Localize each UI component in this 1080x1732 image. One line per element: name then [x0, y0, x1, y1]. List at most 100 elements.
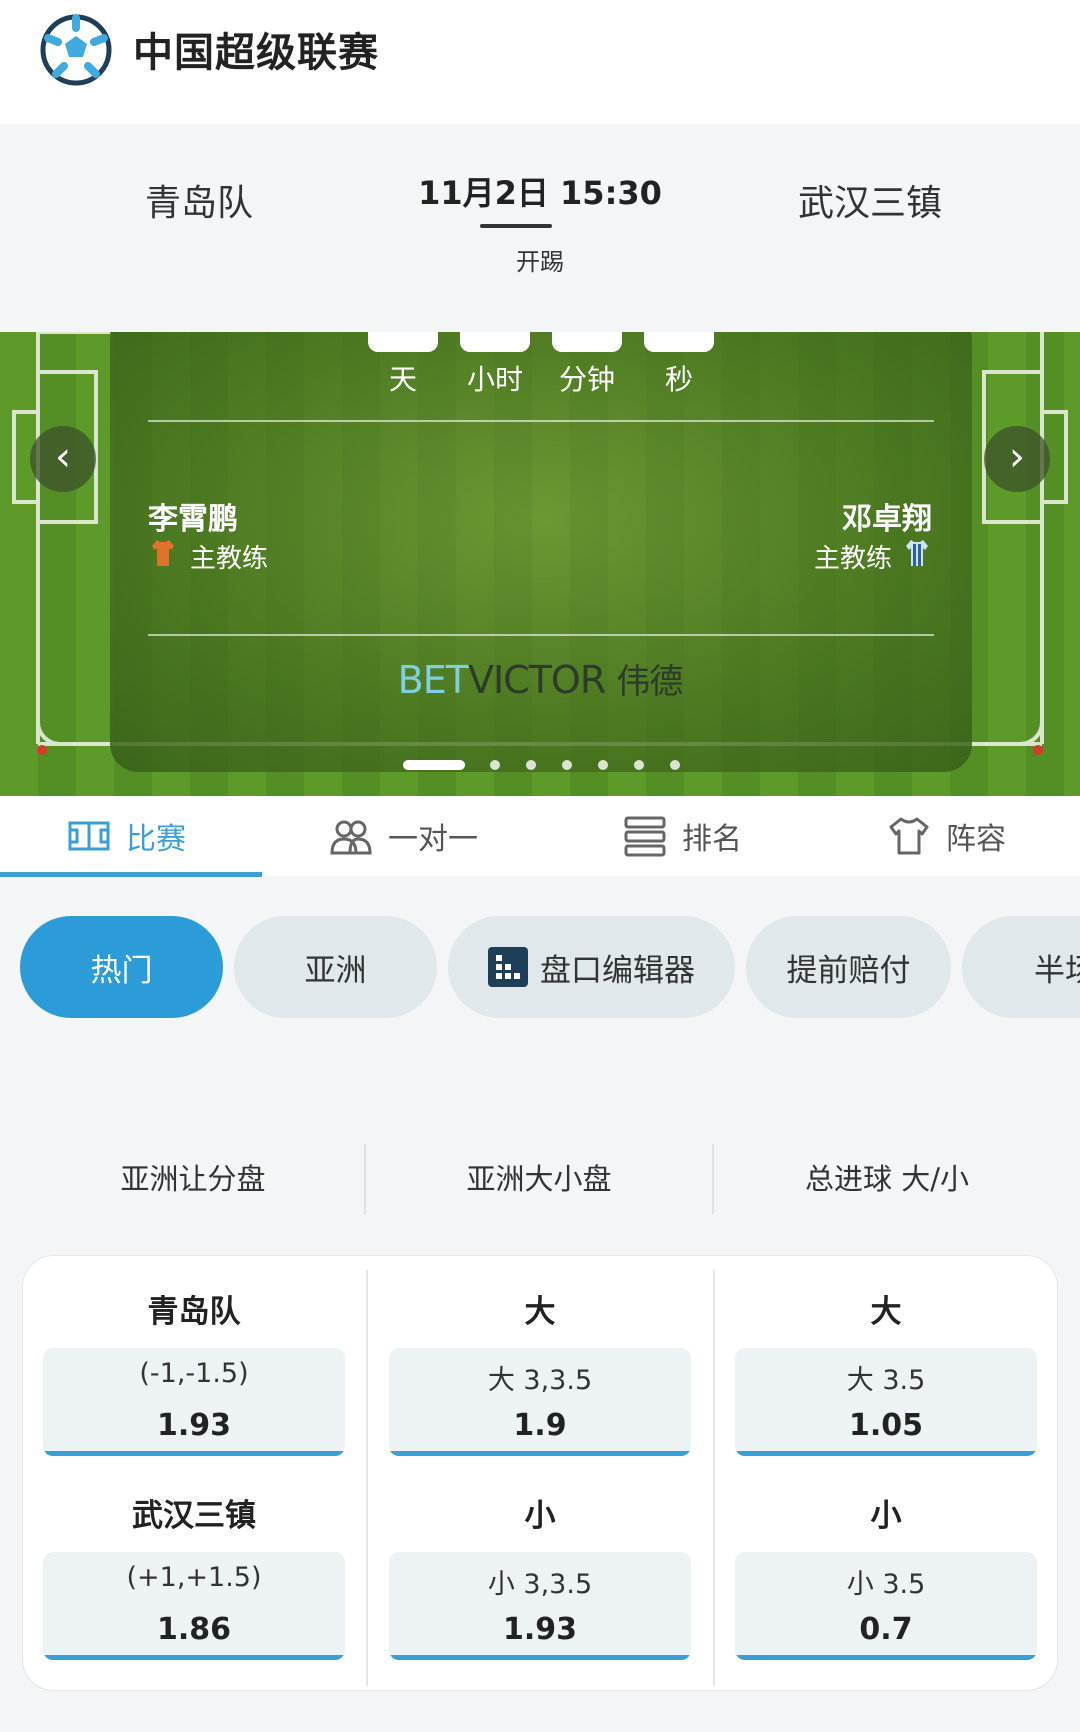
odds-bar: [43, 1451, 345, 1456]
odds-column-divider: [366, 1270, 368, 1686]
odds-price: 1.05: [848, 1408, 924, 1443]
odds-price: 1.86: [156, 1612, 232, 1647]
tab-match-label: 比赛: [126, 822, 186, 857]
tab-lineups[interactable]: 阵容: [888, 796, 1006, 876]
countdown-label-seconds: 秒: [664, 363, 693, 396]
home-coach-role: 主教练: [190, 544, 269, 574]
odds-card: 青岛队 (-1,-1.5) 1.93 武汉三镇 (+1,+1.5) 1.86 大…: [22, 1255, 1058, 1691]
chevron-left-icon: ‹: [55, 434, 71, 480]
carousel-dot[interactable]: [598, 760, 608, 770]
chip-popular[interactable]: 热门: [20, 916, 223, 1018]
countdown-label-days: 天: [388, 363, 417, 396]
chip-bet-builder[interactable]: 盘口编辑器: [448, 916, 735, 1018]
odds-bar: [389, 1655, 691, 1660]
chip-asian[interactable]: 亚洲: [234, 916, 437, 1018]
selection-label: 青岛队: [147, 1294, 241, 1330]
odds-price: 1.93: [156, 1408, 232, 1443]
countdown-minutes-box: [552, 332, 622, 352]
away-coach-role: 主教练: [813, 544, 892, 574]
odds-bar: [389, 1451, 691, 1456]
match-info: 青岛队 11月2日 15:30 开踢 武汉三镇: [0, 124, 1080, 332]
carousel-dot[interactable]: [490, 760, 500, 770]
carousel-prev-button[interactable]: ‹: [30, 426, 96, 492]
carousel-next-button[interactable]: ›: [984, 426, 1050, 492]
tab-standings[interactable]: 排名: [624, 796, 742, 876]
tab-standings-label: 排名: [682, 822, 742, 857]
chip-early-payout-label: 提前赔付: [786, 952, 911, 989]
grid-icon: [488, 947, 528, 987]
carousel-dot[interactable]: [562, 760, 572, 770]
away-coach-name: 邓卓翔: [842, 502, 932, 537]
countdown-label-minutes: 分钟: [558, 363, 615, 396]
home-shirt-icon: [152, 540, 174, 566]
odds-price: 1.93: [502, 1612, 578, 1647]
banner-divider-bottom: [148, 634, 934, 636]
odds-bar: [43, 1655, 345, 1660]
odds-button[interactable]: 小 3,3.5 1.93: [389, 1552, 691, 1660]
sponsor-victor: VICTOR: [467, 658, 606, 702]
selection-label: 武汉三镇: [132, 1498, 256, 1534]
odds-line: 大 3,3.5: [487, 1365, 593, 1396]
odds-line: 大 3.5: [846, 1365, 926, 1396]
countdown-label-hours: 小时: [466, 363, 523, 396]
shirt-icon: [889, 817, 929, 855]
odds-button[interactable]: 大 3.5 1.05: [735, 1348, 1037, 1456]
carousel-dot[interactable]: [526, 760, 536, 770]
odds-line: 小 3.5: [846, 1569, 926, 1600]
countdown-hours-box: [460, 332, 530, 352]
pitch-icon: [68, 821, 110, 851]
chip-early-payout[interactable]: 提前赔付: [746, 916, 951, 1018]
chevron-right-icon: ›: [1009, 434, 1025, 480]
tab-head-to-head[interactable]: 一对一: [330, 796, 478, 876]
sponsor-logo: BETVICTOR 伟德: [0, 654, 1080, 703]
chip-asian-label: 亚洲: [304, 952, 367, 989]
kickoff-divider: [480, 224, 552, 228]
away-team-name[interactable]: 武汉三镇: [798, 174, 942, 226]
odds-button[interactable]: (-1,-1.5) 1.93: [43, 1348, 345, 1456]
chip-popular-label: 热门: [90, 952, 153, 989]
odds-button[interactable]: (+1,+1.5) 1.86: [43, 1552, 345, 1660]
selection-label: 大: [524, 1294, 556, 1330]
tab-lineups-label: 阵容: [946, 822, 1006, 857]
odds-price: 0.7: [859, 1612, 913, 1647]
market-filter-chips: 热门 亚洲 盘口编辑器 提前赔付 半场: [0, 916, 1080, 1020]
odds-bar: [735, 1451, 1037, 1456]
odds-line: 小 3,3.5: [487, 1569, 593, 1600]
chip-half-time-label: 半场: [1034, 952, 1080, 989]
odds-column-divider: [713, 1270, 715, 1686]
odds-line: (+1,+1.5): [126, 1562, 262, 1593]
banner-divider-top: [148, 420, 934, 422]
carousel-dot[interactable]: [670, 760, 680, 770]
users-icon: [330, 820, 372, 855]
market-header-asian-total: 亚洲大小盘: [466, 1162, 612, 1196]
market-headers: 亚洲让分盘 亚洲大小盘 总进球 大/小: [0, 1140, 1080, 1214]
match-banner: 天 小时 分钟 秒 ‹ › 李霄鹏 主教练 邓卓翔 主教练 BETVICTOR …: [0, 332, 1080, 796]
tab-active-indicator: [0, 872, 262, 877]
tab-match[interactable]: 比赛: [68, 796, 186, 876]
tab-head-to-head-label: 一对一: [388, 822, 478, 857]
soccer-ball-icon: [40, 14, 112, 86]
odds-price: 1.9: [513, 1408, 567, 1443]
selection-label: 小: [870, 1498, 902, 1534]
odds-button[interactable]: 小 3.5 0.7: [735, 1552, 1037, 1660]
page-title: 中国超级联赛: [133, 30, 379, 76]
home-coach-name: 李霄鹏: [148, 502, 238, 537]
selection-label: 大: [870, 1294, 902, 1330]
market-header-total-goals: 总进球 大/小: [805, 1162, 969, 1196]
countdown-seconds-box: [644, 332, 714, 352]
match-tabs: 比赛 一对一 排名 阵容: [0, 796, 1080, 877]
countdown-days-box: [368, 332, 438, 352]
list-icon: [624, 816, 666, 857]
odds-bar: [735, 1655, 1037, 1660]
odds-line: (-1,-1.5): [139, 1358, 249, 1389]
carousel-dot[interactable]: [403, 760, 465, 770]
sponsor-cn: 伟德: [616, 662, 683, 702]
away-shirt-icon: [906, 540, 928, 566]
carousel-indicator: [0, 760, 1080, 772]
app-header: 中国超级联赛: [0, 0, 1080, 124]
carousel-dot[interactable]: [634, 760, 644, 770]
market-header-asian-handicap: 亚洲让分盘: [120, 1162, 266, 1196]
chip-half-time[interactable]: 半场: [962, 916, 1080, 1018]
chip-bet-builder-label: 盘口编辑器: [540, 952, 695, 989]
odds-button[interactable]: 大 3,3.5 1.9: [389, 1348, 691, 1456]
